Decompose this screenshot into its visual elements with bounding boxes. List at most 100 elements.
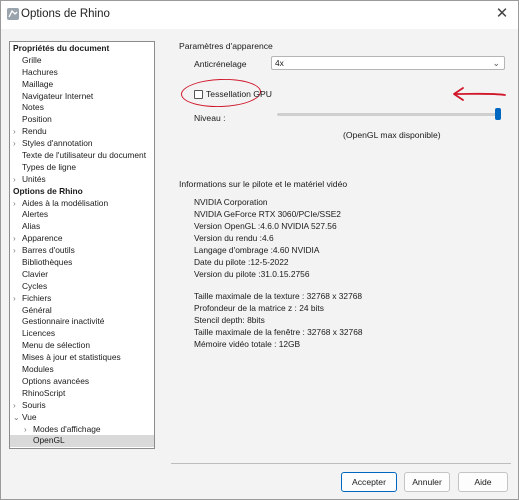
tree-item-label: Modes d'affichage bbox=[33, 423, 101, 434]
tree-item[interactable]: Texte de l'utilisateur du document bbox=[10, 150, 154, 162]
tree-item-label: Notes bbox=[22, 102, 44, 113]
level-caption: (OpenGL max disponible) bbox=[343, 130, 441, 140]
tree-item[interactable]: Hachures bbox=[10, 67, 154, 79]
chevron-down-icon: ⌄ bbox=[492, 58, 500, 68]
tree-item[interactable]: Types de ligne bbox=[10, 162, 154, 174]
tree-item-label: Cycles bbox=[22, 280, 48, 291]
tree-item-label: Unités bbox=[22, 173, 46, 184]
tree-item[interactable]: › Fichiers bbox=[10, 293, 154, 305]
limit-info-line: Taille maximale de la fenêtre : 32768 x … bbox=[194, 327, 363, 337]
chevron-right-icon[interactable]: › bbox=[13, 233, 16, 245]
limit-info-line: Mémoire vidéo totale : 12GB bbox=[194, 339, 301, 349]
accept-button[interactable]: Accepter bbox=[341, 472, 397, 492]
tree-item[interactable]: Gestionnaire inactivité bbox=[10, 316, 154, 328]
tree-item[interactable]: Licences bbox=[10, 328, 154, 340]
tree-item[interactable]: Grille bbox=[10, 55, 154, 67]
driver-info-line: Date du pilote :12-5-2022 bbox=[194, 257, 289, 267]
tessellation-label[interactable]: Tessellation GPU bbox=[206, 89, 272, 99]
tree-item-label: Bibliothèques bbox=[22, 257, 73, 268]
chevron-right-icon[interactable]: › bbox=[13, 198, 16, 210]
tree-item[interactable]: Cycles bbox=[10, 281, 154, 293]
level-label: Niveau : bbox=[194, 113, 226, 123]
close-button[interactable]: ✕ bbox=[488, 1, 516, 25]
limit-info-line: Stencil depth: 8bits bbox=[194, 315, 265, 325]
window-title: Options de Rhino bbox=[21, 8, 110, 20]
tree-item-label: Souris bbox=[22, 399, 46, 410]
options-dialog: Options de Rhino ✕ Propriétés du documen… bbox=[0, 0, 519, 500]
tree-item-label: Vue bbox=[22, 411, 37, 422]
driver-section-title: Informations sur le pilote et le matérie… bbox=[179, 179, 348, 189]
tree-item-label: Gestionnaire inactivité bbox=[22, 316, 105, 327]
tree-item-label: Mises à jour et statistiques bbox=[22, 352, 121, 363]
chevron-down-icon[interactable]: ⌄ bbox=[13, 412, 20, 424]
tree-item[interactable]: › Aides à la modélisation bbox=[10, 198, 154, 210]
driver-info-line: NVIDIA GeForce RTX 3060/PCIe/SSE2 bbox=[194, 209, 341, 219]
tree-item[interactable]: Mises à jour et statistiques bbox=[10, 352, 154, 364]
tree-item[interactable]: Alias bbox=[10, 221, 154, 233]
tree-item-label: Options avancées bbox=[22, 375, 90, 386]
tree-item[interactable]: › Styles d'annotation bbox=[10, 138, 154, 150]
chevron-right-icon[interactable]: › bbox=[13, 138, 16, 150]
tree-item[interactable]: Alertes bbox=[10, 209, 154, 221]
tree-item[interactable]: Clavier bbox=[10, 269, 154, 281]
chevron-right-icon[interactable]: › bbox=[13, 293, 16, 305]
tree-item[interactable]: › Unités bbox=[10, 174, 154, 186]
tree-item[interactable]: Options avancées bbox=[10, 376, 154, 388]
tree-item-label: Grille bbox=[22, 54, 42, 65]
title-bar: Options de Rhino ✕ bbox=[1, 1, 518, 29]
tessellation-checkbox[interactable] bbox=[194, 90, 203, 99]
tree-item-label: Alertes bbox=[22, 209, 49, 220]
tree-item-label: Hachures bbox=[22, 66, 58, 77]
antialias-select[interactable]: 4x ⌄ bbox=[271, 56, 505, 70]
driver-info-line: Version du rendu :4.6 bbox=[194, 233, 274, 243]
tree-item[interactable]: ⌄ Vue bbox=[10, 412, 154, 424]
panel-divider bbox=[171, 463, 511, 464]
help-button[interactable]: Aide bbox=[458, 472, 508, 492]
tree-item-label: Aides à la modélisation bbox=[22, 197, 109, 208]
tree-item-label: Général bbox=[22, 304, 52, 315]
chevron-right-icon[interactable]: › bbox=[13, 126, 16, 138]
tree-item[interactable]: Bibliothèques bbox=[10, 257, 154, 269]
limit-info-line: Profondeur de la matrice z : 24 bits bbox=[194, 303, 324, 313]
tree-item[interactable]: Position bbox=[10, 114, 154, 126]
options-tree[interactable]: Propriétés du document Grille Hachures Mail… bbox=[9, 41, 155, 449]
antialias-label: Anticrénelage bbox=[194, 59, 247, 69]
tree-item[interactable]: RhinoScript bbox=[10, 388, 154, 400]
tree-item[interactable]: Propriétés du document bbox=[10, 43, 154, 55]
driver-info-line: Version OpenGL :4.6.0 NVIDIA 527.56 bbox=[194, 221, 337, 231]
tree-item-label: Propriétés du document bbox=[13, 43, 110, 53]
rhino-app-icon bbox=[7, 8, 19, 20]
driver-info-line: Version du pilote :31.0.15.2756 bbox=[194, 269, 310, 279]
tree-item[interactable]: › Modes d'affichage bbox=[10, 424, 154, 436]
level-slider-track[interactable] bbox=[277, 113, 501, 116]
level-slider-thumb[interactable] bbox=[495, 108, 501, 120]
tree-item-label: Texte de l'utilisateur du document bbox=[22, 150, 147, 161]
limit-info-line: Taille maximale de la texture : 32768 x … bbox=[194, 291, 363, 301]
chevron-right-icon[interactable]: › bbox=[24, 424, 27, 436]
driver-info-line: NVIDIA Corporation bbox=[194, 197, 268, 207]
tree-item[interactable]: › Apparence bbox=[10, 233, 154, 245]
tree-item[interactable]: Général bbox=[10, 305, 154, 317]
tree-item[interactable]: Modules bbox=[10, 364, 154, 376]
tree-item[interactable]: › Barres d'outils bbox=[10, 245, 154, 257]
chevron-right-icon[interactable]: › bbox=[13, 245, 16, 257]
chevron-right-icon[interactable]: › bbox=[13, 400, 16, 412]
cancel-button[interactable]: Annuler bbox=[404, 472, 450, 492]
tree-item[interactable]: › Rendu bbox=[10, 126, 154, 138]
tree-item-label: Licences bbox=[22, 328, 56, 339]
tree-item[interactable]: OpenGL bbox=[10, 435, 154, 448]
tree-item-label: Position bbox=[22, 114, 52, 125]
tree-item[interactable]: Notes bbox=[10, 102, 154, 114]
tree-item[interactable]: › Souris bbox=[10, 400, 154, 412]
tree-item-label: Apparence bbox=[22, 233, 63, 244]
tree-item[interactable]: Navigateur Internet bbox=[10, 91, 154, 103]
antialias-value: 4x bbox=[275, 58, 284, 68]
tree-item[interactable]: Options de Rhino bbox=[10, 186, 154, 198]
chevron-right-icon[interactable]: › bbox=[13, 174, 16, 186]
tree-item-label: Types de ligne bbox=[22, 161, 77, 172]
tree-item[interactable]: Menu de sélection bbox=[10, 340, 154, 352]
tree-item[interactable]: Maillage bbox=[10, 79, 154, 91]
tree-item-label: Fichiers bbox=[22, 292, 52, 303]
opengl-settings-panel: Paramètres d'apparence Anticrénelage 4x … bbox=[171, 39, 511, 464]
tree-item-label: Rendu bbox=[22, 126, 47, 137]
